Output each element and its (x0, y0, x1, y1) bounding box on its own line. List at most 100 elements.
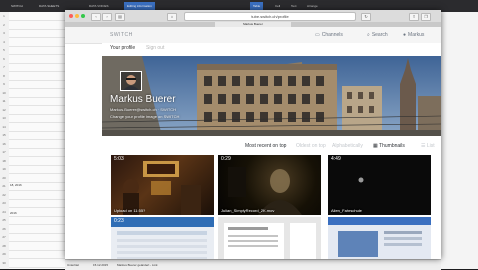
share-button[interactable]: ⇪ (409, 13, 419, 21)
row-number[interactable]: 25 (0, 218, 8, 222)
grid-line (9, 88, 65, 89)
inspector-tab-cell[interactable]: Cell (272, 2, 283, 10)
video-thumbnail[interactable]: 4:49 Alien_Fahrschule (328, 155, 431, 215)
row-number[interactable]: 5 (0, 48, 8, 52)
row-number[interactable]: 7 (0, 65, 8, 69)
tab-sign-out[interactable]: Sign out (146, 45, 164, 51)
row-number[interactable]: 20 (0, 176, 8, 180)
sheet-tab[interactable]: DATA VOICES (86, 2, 112, 10)
nav-search-label: Search (371, 32, 388, 38)
user-icon: ● (403, 32, 407, 38)
sheet-tab[interactable]: DATA SHEETS (36, 2, 62, 10)
profile-email: Markus.Buerer@switch.ch · SWITCH (110, 107, 177, 112)
row-number[interactable]: 8 (0, 74, 8, 78)
sheet-tab[interactable]: SWITCH (8, 2, 26, 10)
row-number[interactable]: 29 (0, 252, 8, 256)
address-bar[interactable]: tube.switch.ch/profile (184, 12, 356, 21)
sheet-cell[interactable]: Untertitel (67, 263, 79, 267)
video-thumbnail[interactable]: 0:29 Julian_SimplyRecord_2K.mov (218, 155, 321, 215)
row-number[interactable]: 12 (0, 108, 8, 112)
close-window-button[interactable] (69, 14, 73, 18)
video-thumbnail[interactable] (328, 217, 431, 259)
back-button[interactable]: ‹ (91, 13, 101, 21)
sort-oldest[interactable]: Oldest on top (296, 143, 326, 149)
row-number[interactable]: 23 (0, 201, 8, 205)
sheet-cell[interactable]: Markus Buerer geändert - Link (117, 263, 158, 267)
row-number[interactable]: 19 (0, 167, 8, 171)
row-number[interactable]: 30 (0, 261, 8, 265)
grid-line (9, 54, 65, 55)
sheet-cell[interactable]: 15.12.2015 (93, 263, 108, 267)
sort-alphabetically[interactable]: Alphabetically (332, 143, 363, 149)
row-number[interactable]: 4 (0, 40, 8, 44)
reload-button[interactable]: ↻ (361, 13, 371, 21)
row-number[interactable]: 27 (0, 235, 8, 239)
row-number[interactable]: 16 (0, 142, 8, 146)
video-title: Upload on 11:55? (114, 208, 146, 213)
share-icon: ⇪ (412, 14, 416, 19)
channels-icon: ▭ (315, 32, 320, 38)
row-number[interactable]: 18 (0, 159, 8, 163)
video-preview (111, 217, 214, 259)
row-number[interactable]: 21 (0, 184, 8, 188)
home-button[interactable]: ⌂ (167, 13, 177, 21)
video-thumbnail[interactable]: 5:03 Upload on 11:55? (111, 155, 214, 215)
video-title: Alien_Fahrschule (331, 208, 362, 213)
minimize-window-button[interactable] (75, 14, 79, 18)
row-number[interactable]: 28 (0, 244, 8, 248)
view-thumbnails[interactable]: ▦ Thumbnails (373, 143, 405, 149)
grid-line (9, 105, 65, 106)
maximize-window-button[interactable] (81, 14, 85, 18)
video-title: Julian_SimplyRecord_2K.mov (221, 208, 275, 213)
tab-your-profile[interactable]: Your profile (110, 45, 135, 51)
nav-search[interactable]: ⌕ Search (367, 32, 388, 38)
inspector-tab-table[interactable]: Table (250, 2, 264, 10)
row-number[interactable]: 6 (0, 57, 8, 61)
grid-line (9, 130, 65, 132)
grid-line (9, 122, 65, 123)
home-icon: ⌂ (170, 14, 174, 19)
site-logo[interactable]: SWITCH (110, 32, 133, 38)
row-number[interactable]: 2 (0, 23, 8, 27)
row-number[interactable]: 24 (0, 210, 8, 214)
row-number[interactable]: 9 (0, 82, 8, 86)
sheet-cell[interactable]: 18, 2016 (10, 183, 22, 187)
row-number[interactable]: 14 (0, 125, 8, 129)
nav-user-menu[interactable]: ● Markus (403, 32, 424, 38)
view-list[interactable]: ☰ List (421, 143, 435, 149)
view-list-label: List (426, 143, 435, 149)
row-number[interactable]: 3 (0, 31, 8, 35)
row-number[interactable]: 22 (0, 193, 8, 197)
row-number[interactable]: 11 (0, 99, 8, 103)
inspector-tab-arrange[interactable]: Arrange (304, 2, 321, 10)
forward-button[interactable]: › (102, 13, 112, 21)
video-thumbnail[interactable]: 0:23 (111, 217, 214, 259)
row-number[interactable]: 10 (0, 91, 8, 95)
video-preview (224, 223, 316, 259)
grid-line (9, 139, 65, 140)
profile-name: Markus Buerer (110, 94, 176, 105)
grid-line (9, 258, 65, 259)
row-number[interactable]: 26 (0, 227, 8, 231)
inspector-tab-text[interactable]: Text (288, 2, 300, 10)
nav-channels[interactable]: ▭ Channels (315, 32, 343, 38)
chevron-left-icon: ‹ (95, 14, 97, 19)
change-profile-image-link[interactable]: Change your profile image on SWITCH (110, 114, 179, 119)
sheet-cell[interactable]: 2016 (10, 211, 17, 215)
site-navbar: SWITCH ▭ Channels ⌕ Search ● Markus (65, 27, 441, 44)
nav-user-label: Markus (408, 32, 425, 38)
grid-line (9, 173, 65, 174)
grid-line (9, 224, 65, 225)
sidebar-toggle-button[interactable]: ▤ (115, 13, 125, 21)
tabs-overview-button[interactable]: ❐ (421, 13, 431, 21)
avatar[interactable] (120, 71, 142, 91)
sheet-tab-active[interactable]: Editing information (124, 2, 155, 10)
sort-most-recent[interactable]: Most recent on top (245, 143, 286, 149)
row-number[interactable]: 1 (0, 14, 8, 18)
row-number[interactable]: 15 (0, 133, 8, 137)
spreadsheet-grid[interactable] (9, 12, 65, 269)
row-number[interactable]: 17 (0, 150, 8, 154)
search-icon: ⌕ (367, 32, 370, 38)
row-number[interactable]: 13 (0, 116, 8, 120)
video-thumbnail[interactable] (218, 217, 321, 259)
